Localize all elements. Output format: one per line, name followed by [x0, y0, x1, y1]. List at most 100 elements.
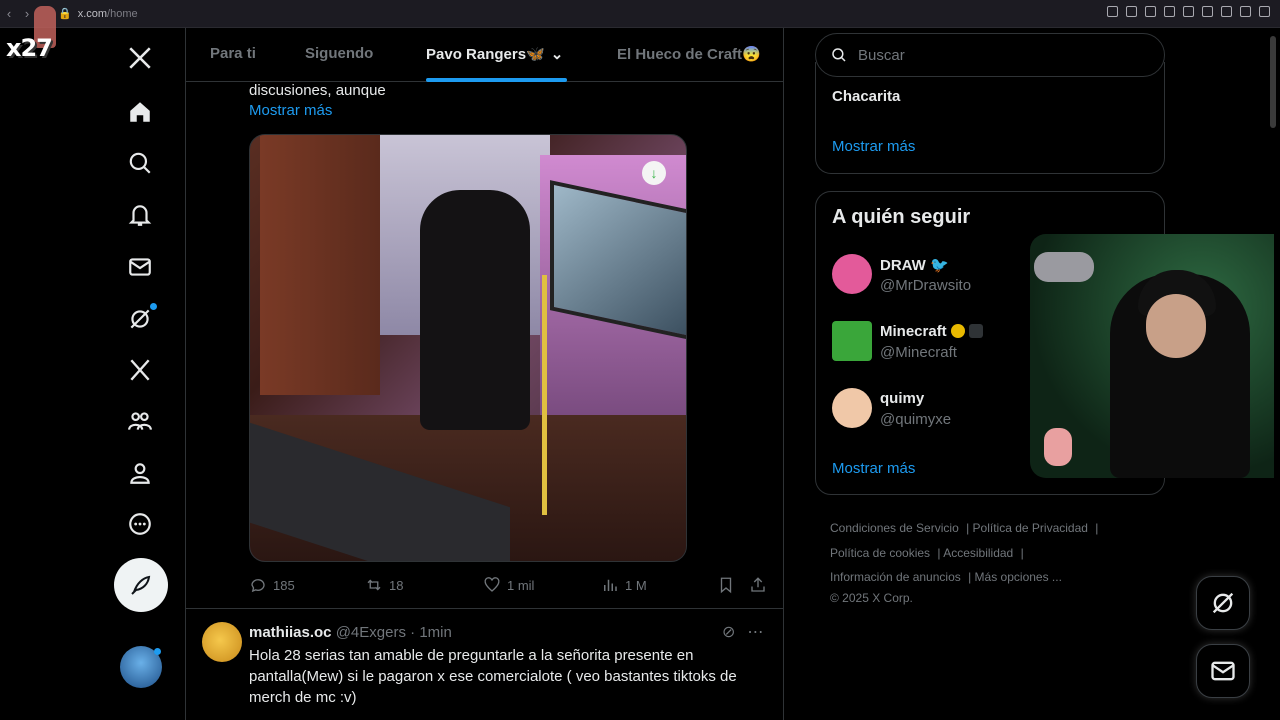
download-icon[interactable]	[1240, 6, 1251, 17]
user-avatar[interactable]	[832, 388, 872, 428]
tweet-divider	[186, 608, 783, 609]
copyright: © 2025 X Corp.	[830, 590, 913, 605]
grok-icon	[1212, 592, 1234, 614]
user-handle: @quimyxe	[880, 411, 952, 428]
play-icon[interactable]	[1183, 6, 1194, 17]
browser-toolbar: ‹ › 🔒 x.com/home	[0, 0, 1280, 28]
retweet-count: 18	[389, 577, 404, 593]
user-handle: @MrDrawsito	[880, 277, 972, 294]
user-name: quimy	[880, 390, 925, 407]
notification-dot	[150, 303, 157, 310]
messages-icon[interactable]	[120, 247, 160, 287]
retweet-button[interactable]: 18	[365, 576, 403, 594]
like-button[interactable]: 1 mil	[483, 576, 534, 594]
feather-icon	[131, 575, 151, 595]
trends-show-more[interactable]: Mostrar más	[832, 138, 915, 155]
reply-tools: ⊘ ⋯	[722, 622, 763, 642]
ads-info-link[interactable]: Información de anuncios	[830, 570, 961, 584]
share-icon	[751, 577, 765, 592]
heart-icon[interactable]	[1202, 6, 1213, 17]
post-button[interactable]	[114, 558, 168, 612]
retweet-icon	[367, 579, 381, 591]
user-avatar[interactable]	[832, 321, 872, 361]
stream-logo: x27	[6, 34, 53, 62]
tweet-actions: 185 18 1 mil 1 M	[249, 576, 769, 596]
reply-button[interactable]: 185	[249, 576, 295, 594]
analytics-icon	[604, 579, 617, 591]
like-count: 1 mil	[507, 577, 535, 593]
account-notification-dot	[154, 648, 161, 655]
user-avatar[interactable]	[832, 254, 872, 294]
tab-for-you[interactable]: Para ti	[210, 45, 256, 62]
terms-link[interactable]: Condiciones de Servicio	[830, 521, 959, 535]
zoom-icon[interactable]	[1107, 6, 1118, 17]
more-options-link[interactable]: Más opciones ...	[975, 570, 1062, 584]
more-icon[interactable]	[120, 504, 160, 544]
webcam-overlay	[1030, 234, 1274, 478]
left-sidebar	[100, 28, 186, 720]
bird-icon: 🐦	[930, 257, 949, 274]
reply-icon	[251, 579, 265, 593]
pin-icon[interactable]	[1126, 6, 1137, 17]
trend-item[interactable]: Chacarita	[832, 88, 900, 105]
search-placeholder: Buscar	[858, 46, 905, 64]
grok-icon[interactable]	[120, 299, 160, 339]
reply-author-handle[interactable]: @4Exgers	[336, 624, 406, 641]
timeline-tabs: Para ti Siguendo Pavo Rangers🦋 ⌄ El Hueco…	[186, 28, 783, 82]
bookmark-icon	[720, 577, 732, 594]
tweet-text: discusiones, aunque	[249, 82, 386, 99]
reply-timestamp[interactable]: 1min	[419, 624, 452, 641]
tab-el-hueco[interactable]: El Hueco de Craft😨	[617, 45, 761, 63]
menu-icon[interactable]	[1259, 6, 1270, 17]
user-name: Minecraft	[880, 323, 947, 340]
follow-suggestion[interactable]: quimy @quimyxe	[832, 388, 1032, 432]
bookmark-button[interactable]	[717, 576, 735, 594]
back-icon[interactable]: ‹	[0, 6, 18, 21]
more-options-icon[interactable]: ⋯	[747, 622, 763, 642]
tweet-video[interactable]: ↓	[249, 134, 687, 562]
who-to-follow-show-more[interactable]: Mostrar más	[832, 460, 915, 477]
shield-icon[interactable]	[1164, 6, 1175, 17]
webcam-microphone	[1034, 252, 1094, 282]
extensions-icon[interactable]	[1221, 6, 1232, 17]
tab-following[interactable]: Siguendo	[305, 45, 373, 62]
user-handle: @Minecraft	[880, 344, 957, 361]
follow-suggestion[interactable]: DRAW 🐦 @MrDrawsito	[832, 254, 1032, 298]
grok-float-button[interactable]	[1196, 576, 1250, 630]
accessibility-link[interactable]: Accesibilidad	[943, 546, 1013, 560]
premium-icon[interactable]	[120, 350, 160, 390]
notifications-icon[interactable]	[120, 195, 160, 235]
user-name: DRAW	[880, 257, 926, 274]
verified-badge-icon	[950, 324, 965, 338]
x-logo-icon[interactable]	[120, 38, 160, 78]
communities-icon[interactable]	[120, 401, 160, 441]
browser-extension-icons	[1107, 6, 1270, 17]
trends-card: Chacarita Mostrar más	[815, 62, 1165, 174]
address-bar[interactable]: 🔒 x.com/home	[58, 7, 138, 21]
cookies-link[interactable]: Política de cookies	[830, 546, 930, 560]
reply-count: 185	[273, 577, 295, 593]
reply-author-avatar[interactable]	[202, 622, 242, 662]
messages-float-button[interactable]	[1196, 644, 1250, 698]
share-button[interactable]	[749, 576, 767, 594]
who-to-follow-title: A quién seguir	[832, 206, 971, 228]
profile-icon[interactable]	[120, 453, 160, 493]
follow-suggestion[interactable]: Minecraft @Minecraft	[832, 321, 1032, 365]
webcam-face	[1146, 294, 1206, 358]
grok-icon[interactable]: ⊘	[722, 622, 735, 642]
active-tab-indicator	[426, 78, 567, 82]
show-more-link[interactable]: Mostrar más	[249, 101, 332, 121]
timeline: Para ti Siguendo Pavo Rangers🦋 ⌄ El Hueco…	[186, 28, 784, 720]
download-arrow-icon[interactable]: ↓	[642, 161, 666, 185]
explore-icon[interactable]	[120, 143, 160, 183]
reply-author-name[interactable]: mathiias.oc	[249, 624, 332, 641]
views-button[interactable]: 1 M	[601, 576, 647, 594]
search-box[interactable]: Buscar	[815, 33, 1165, 77]
bookmark-icon[interactable]	[1145, 6, 1156, 17]
home-icon[interactable]	[120, 92, 160, 132]
page-scrollbar[interactable]	[1270, 36, 1276, 128]
privacy-link[interactable]: Política de Privacidad	[973, 521, 1088, 535]
footer-links: Condiciones de Servicio | Política de Pr…	[830, 516, 1120, 606]
chevron-down-icon[interactable]: ⌄	[551, 45, 564, 63]
tab-pavo-rangers[interactable]: Pavo Rangers🦋 ⌄	[426, 45, 563, 63]
